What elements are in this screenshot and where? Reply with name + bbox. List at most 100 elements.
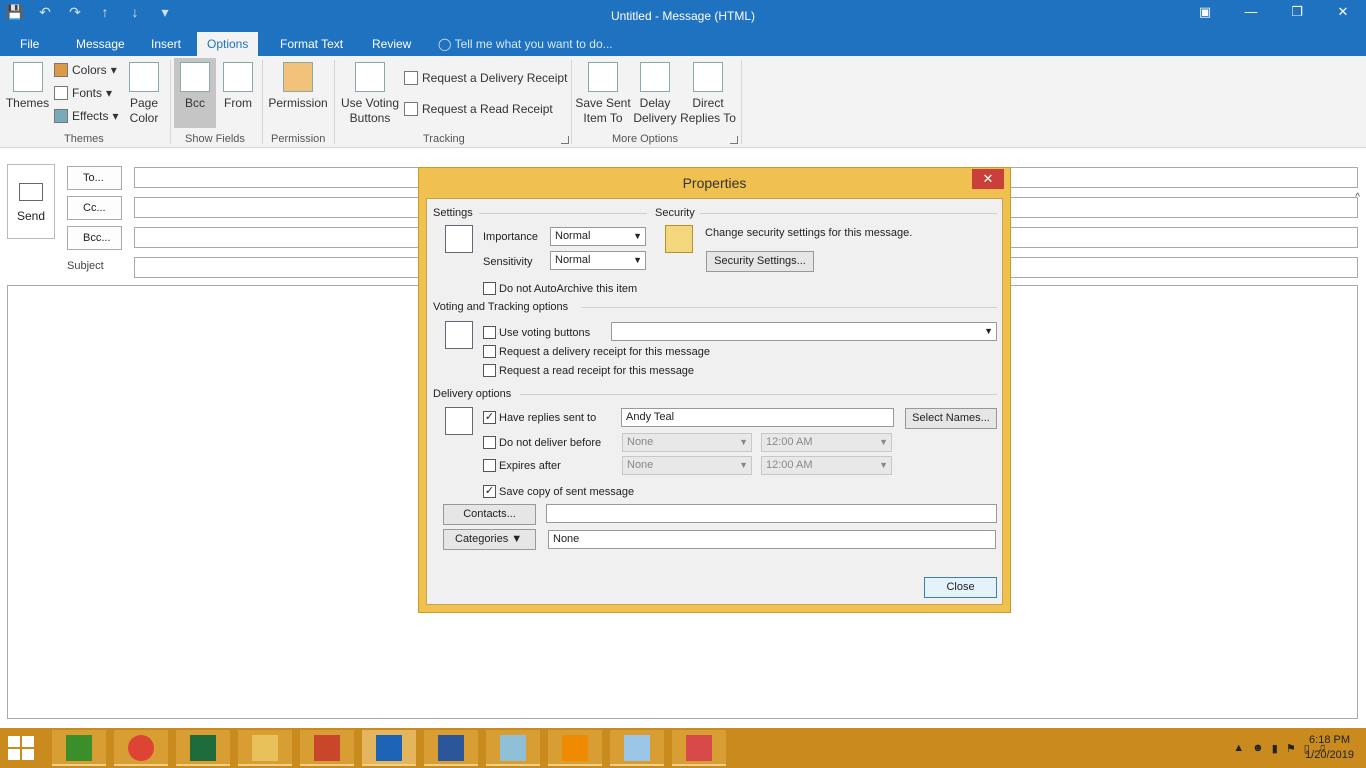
expires-time-select[interactable]: 12:00 AM ▼: [761, 456, 892, 475]
security-settings-button[interactable]: Security Settings...: [706, 251, 814, 272]
lock-icon: [665, 225, 693, 253]
colors-button[interactable]: Colors ▾: [54, 63, 117, 77]
word-glyph: [438, 735, 464, 761]
outlook-icon[interactable]: [362, 730, 416, 766]
read-receipt-checkbox[interactable]: Request a Read Receipt: [404, 102, 553, 116]
expires-date-select[interactable]: None ▼: [622, 456, 752, 475]
restore-icon[interactable]: ❐: [1274, 0, 1320, 26]
send-button[interactable]: Send: [7, 164, 55, 239]
minimize-icon[interactable]: —: [1228, 0, 1274, 26]
effects-label: Effects: [72, 109, 109, 123]
tray-up-icon[interactable]: ▲: [1233, 742, 1244, 755]
contacts-field[interactable]: [546, 504, 997, 523]
close-button[interactable]: Close: [924, 577, 997, 598]
ribbon-display-icon[interactable]: ▣: [1182, 0, 1228, 26]
more-options-launcher-icon[interactable]: [730, 136, 738, 144]
to-button[interactable]: To...: [67, 166, 122, 190]
fonts-button[interactable]: Fonts ▾: [54, 86, 112, 100]
page-color-label-1: Page: [129, 96, 159, 110]
people-icon[interactable]: ☻: [1252, 742, 1264, 755]
tab-message[interactable]: Message: [66, 32, 135, 56]
categories-field[interactable]: None: [548, 530, 996, 549]
flag-icon[interactable]: ⚑: [1286, 742, 1296, 755]
security-description: Change security settings for this messag…: [705, 227, 913, 239]
snipping-tool-icon[interactable]: [672, 730, 726, 766]
dialog-title: Properties: [682, 175, 747, 191]
from-button[interactable]: From: [218, 62, 258, 111]
page-color-button[interactable]: Page Color: [124, 62, 164, 126]
vlc-glyph: [562, 735, 588, 761]
file-explorer-icon[interactable]: [238, 730, 292, 766]
have-replies-checkbox[interactable]: ✓: [483, 411, 496, 424]
save-sent-icon: [588, 62, 618, 92]
close-window-icon[interactable]: ✕: [1320, 0, 1366, 26]
chrome-icon[interactable]: [114, 730, 168, 766]
divider: [170, 60, 171, 144]
sensitivity-value: Normal: [555, 254, 591, 266]
voting-tracking-icon: [445, 321, 473, 349]
excel-icon[interactable]: [176, 730, 230, 766]
notepad-glyph: [624, 735, 650, 761]
use-voting-checkbox[interactable]: [483, 326, 496, 339]
read-receipt-dialog-checkbox[interactable]: [483, 364, 496, 377]
battery-icon[interactable]: ▮: [1272, 742, 1278, 755]
tell-me-box[interactable]: ◯ Tell me what you want to do...: [438, 32, 613, 56]
effects-icon: [54, 109, 68, 123]
chevron-down-icon: ▼: [633, 255, 642, 265]
divider: [334, 60, 335, 144]
save-sent-item-button[interactable]: Save Sent Item To: [575, 62, 631, 126]
sensitivity-select[interactable]: Normal ▼: [550, 251, 646, 270]
powerpoint-icon[interactable]: [300, 730, 354, 766]
notepad-icon[interactable]: [610, 730, 664, 766]
store-icon[interactable]: [52, 730, 106, 766]
bcc-button[interactable]: Bcc: [174, 62, 216, 111]
do-not-deliver-checkbox[interactable]: [483, 436, 496, 449]
window-title: Untitled - Message (HTML): [610, 9, 756, 23]
tab-options[interactable]: Options: [197, 32, 259, 56]
voting-section-heading: Voting and Tracking options: [433, 301, 569, 313]
fonts-icon: [54, 86, 68, 100]
cc-button[interactable]: Cc...: [67, 196, 122, 220]
photos-glyph: [500, 735, 526, 761]
permission-label: Permission: [268, 96, 328, 110]
vlc-icon[interactable]: [548, 730, 602, 766]
bcc-label: Bcc: [184, 96, 205, 110]
divider: [582, 307, 997, 308]
photos-icon[interactable]: [486, 730, 540, 766]
use-voting-buttons-button[interactable]: Use Voting Buttons: [338, 62, 402, 126]
page-color-label-2: Color: [129, 111, 159, 125]
colors-label: Colors: [72, 63, 107, 77]
from-icon: [223, 62, 253, 92]
delivery-receipt-dialog-label: Request a delivery receipt for this mess…: [499, 346, 710, 358]
expires-after-checkbox[interactable]: [483, 459, 496, 472]
delivery-receipt-checkbox[interactable]: Request a Delivery Receipt: [404, 71, 567, 85]
tracking-launcher-icon[interactable]: [561, 136, 569, 144]
effects-button[interactable]: Effects ▾: [54, 109, 119, 123]
excel-glyph: [190, 735, 216, 761]
not-before-date-select[interactable]: None ▼: [622, 433, 752, 452]
replies-to-field[interactable]: Andy Teal: [621, 408, 894, 427]
tab-review[interactable]: Review: [362, 32, 421, 56]
select-names-button[interactable]: Select Names...: [905, 408, 997, 429]
voting-icon: [355, 62, 385, 92]
autoarchive-checkbox[interactable]: [483, 282, 496, 295]
tab-file[interactable]: File: [10, 32, 49, 56]
save-copy-checkbox[interactable]: ✓: [483, 485, 496, 498]
contacts-button[interactable]: Contacts...: [443, 504, 536, 525]
delivery-receipt-dialog-checkbox[interactable]: [483, 345, 496, 358]
word-icon[interactable]: [424, 730, 478, 766]
windows-start-icon[interactable]: [8, 736, 36, 760]
tab-insert[interactable]: Insert: [141, 32, 191, 56]
clock[interactable]: 6:18 PM 1/20/2019: [1305, 733, 1354, 763]
bcc-field-button[interactable]: Bcc...: [67, 226, 122, 250]
not-before-time-select[interactable]: 12:00 AM ▼: [761, 433, 892, 452]
dialog-close-icon[interactable]: ✕: [972, 169, 1004, 189]
themes-button[interactable]: Themes: [5, 62, 50, 111]
voting-options-select[interactable]: ▼: [611, 322, 997, 341]
direct-replies-to-button[interactable]: Direct Replies To: [679, 62, 737, 126]
importance-select[interactable]: Normal ▼: [550, 227, 646, 246]
delay-delivery-button[interactable]: Delay Delivery: [632, 62, 678, 126]
tab-format-text[interactable]: Format Text: [270, 32, 353, 56]
categories-button[interactable]: Categories ▼: [443, 529, 536, 550]
permission-button[interactable]: Permission: [266, 62, 330, 111]
